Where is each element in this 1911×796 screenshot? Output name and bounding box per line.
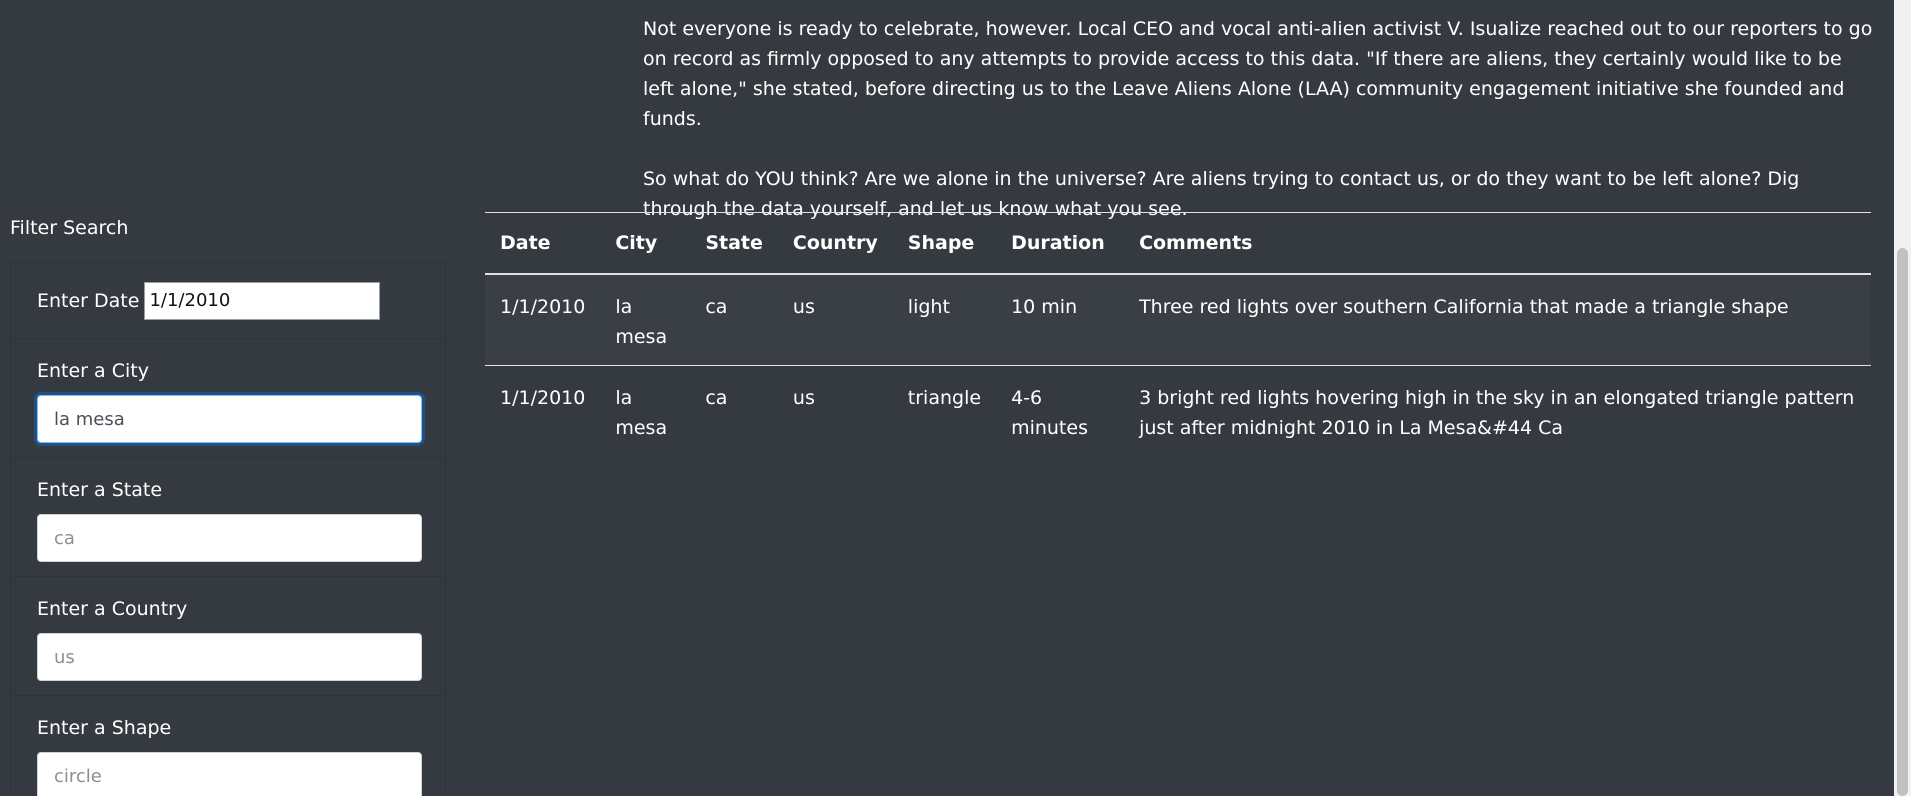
cell-state: ca <box>705 387 728 409</box>
header-comments: Comments <box>1124 213 1871 275</box>
header-country: Country <box>777 213 893 275</box>
cell-shape: light <box>892 274 997 366</box>
header-city: City <box>600 213 691 275</box>
date-input[interactable] <box>144 281 381 320</box>
filter-item-state: Enter a State <box>11 458 445 577</box>
header-date: Date <box>485 213 601 275</box>
shape-input[interactable] <box>37 752 422 796</box>
article-text: Not everyone is ready to celebrate, howe… <box>643 14 1873 224</box>
table-header-row: Date City State Country Shape Duration C… <box>485 213 1871 275</box>
ufo-table-container: Date City State Country Shape Duration C… <box>485 212 1871 456</box>
shape-label: Enter a Shape <box>37 717 172 739</box>
cell-country: us <box>777 274 893 366</box>
cell-duration: 4-6 minutes <box>1011 387 1088 439</box>
country-input[interactable] <box>37 633 422 681</box>
table-row: 1/1/2010 la mesa ca us triangle 4-6 minu… <box>485 366 1871 457</box>
cell-city: la mesa <box>600 274 691 366</box>
scrollbar-thumb[interactable] <box>1897 248 1908 796</box>
cell-shape: triangle <box>907 387 982 409</box>
ufo-table: Date City State Country Shape Duration C… <box>485 213 1871 456</box>
city-label: Enter a City <box>37 360 149 382</box>
header-state: State <box>690 213 778 275</box>
filter-item-date: Enter Date <box>11 263 445 339</box>
cell-comments: 3 bright red lights hovering high in the… <box>1139 387 1855 439</box>
filter-item-country: Enter a Country <box>11 577 445 696</box>
filter-item-city: Enter a City <box>11 339 445 458</box>
state-input[interactable] <box>37 514 422 562</box>
city-input[interactable] <box>37 395 422 443</box>
header-shape: Shape <box>892 213 997 275</box>
table-row: 1/1/2010 la mesa ca us light 10 min Thre… <box>485 274 1871 366</box>
filter-search-title: Filter Search <box>10 217 129 239</box>
filter-list: Enter Date Enter a City Enter a State En… <box>10 262 446 796</box>
cell-country: us <box>792 387 815 409</box>
article-paragraph: Not everyone is ready to celebrate, howe… <box>643 18 1873 130</box>
header-duration: Duration <box>996 213 1125 275</box>
cell-duration: 10 min <box>996 274 1125 366</box>
cell-comments: Three red lights over southern Californi… <box>1124 274 1871 366</box>
cell-date: 1/1/2010 <box>500 387 586 409</box>
page: Not everyone is ready to celebrate, howe… <box>0 0 1911 796</box>
cell-date: 1/1/2010 <box>485 274 601 366</box>
state-label: Enter a State <box>37 479 163 501</box>
filter-item-shape: Enter a Shape <box>11 696 445 796</box>
date-label: Enter Date <box>37 289 140 312</box>
cell-city: la mesa <box>615 387 668 439</box>
cell-state: ca <box>690 274 778 366</box>
vertical-scrollbar[interactable] <box>1894 0 1911 796</box>
country-label: Enter a Country <box>37 598 188 620</box>
